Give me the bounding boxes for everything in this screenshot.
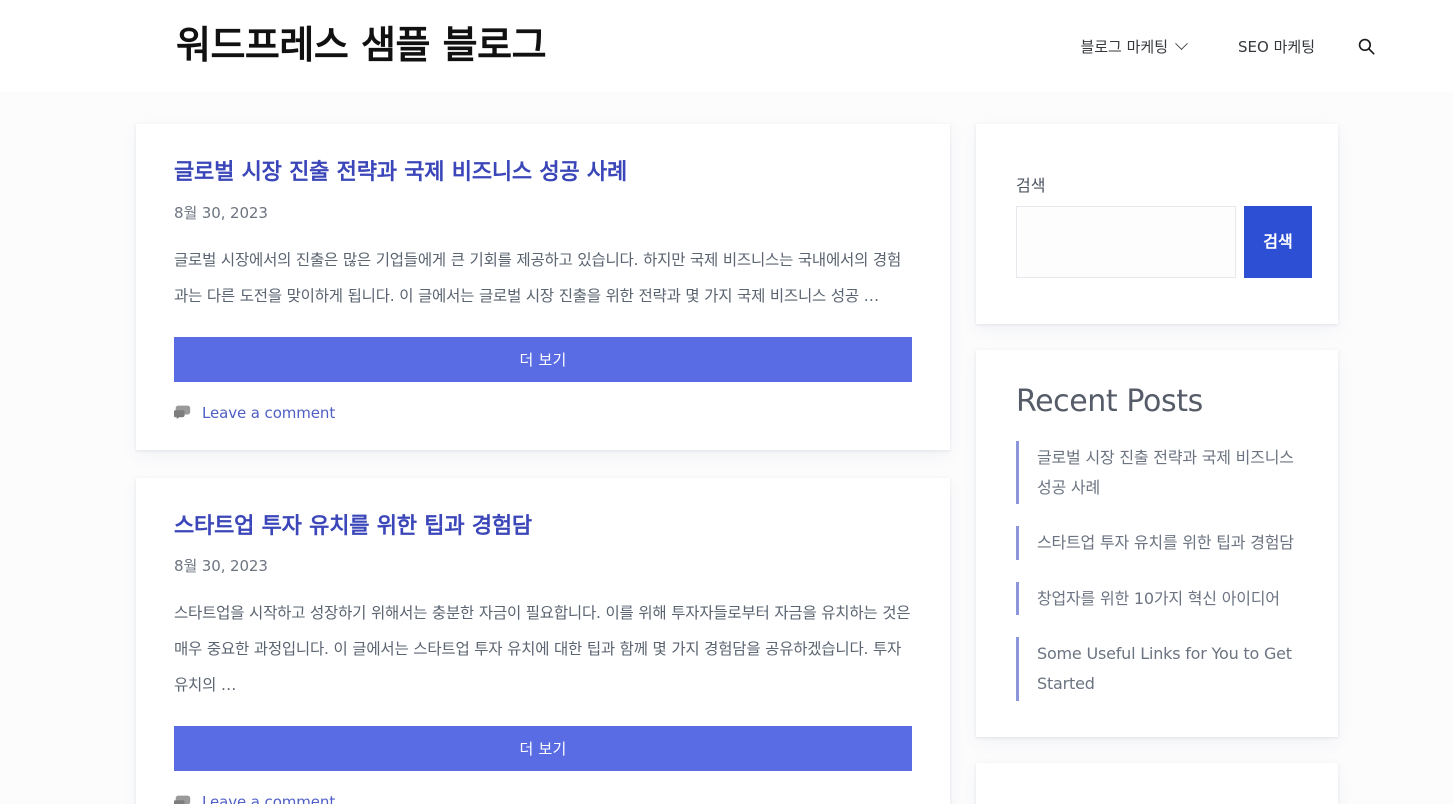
search-widget: 검색 검색: [976, 124, 1338, 324]
post-comment-row: Leave a comment: [174, 404, 912, 426]
recent-posts-widget: Recent Posts 글로벌 시장 진출 전략과 국제 비즈니스 성공 사례…: [976, 350, 1338, 737]
post-excerpt: 글로벌 시장에서의 진출은 많은 기업들에게 큰 기회를 제공하고 있습니다. …: [174, 250, 902, 305]
leave-a-comment-link[interactable]: Leave a comment: [202, 793, 335, 804]
leave-a-comment-link[interactable]: Leave a comment: [202, 404, 335, 422]
list-item[interactable]: 창업자를 위한 10가지 혁신 아이디어: [1016, 581, 1300, 616]
search-submit-button[interactable]: 검색: [1244, 206, 1312, 278]
header-search-toggle[interactable]: [1341, 27, 1392, 66]
post-date: 8월 30, 2023: [174, 203, 268, 222]
list-item[interactable]: 글로벌 시장 진출 전략과 국제 비즈니스 성공 사례: [1016, 441, 1300, 505]
search-form: 검색: [1016, 206, 1312, 278]
main-content: 글로벌 시장 진출 전략과 국제 비즈니스 성공 사례 8월 30, 2023 …: [136, 124, 950, 804]
primary-navigation: 블로그 마케팅 SEO 마케팅: [1054, 26, 1414, 67]
read-more-button[interactable]: 더 보기: [174, 726, 912, 772]
page-layout: 글로벌 시장 진출 전략과 국제 비즈니스 성공 사례 8월 30, 2023 …: [0, 92, 1454, 804]
search-label: 검색: [1016, 176, 1046, 195]
post-comment-row: Leave a comment: [174, 793, 912, 804]
comment-bubbles-icon: [174, 405, 192, 420]
comment-bubbles-icon: [174, 795, 192, 804]
recent-posts-list: 글로벌 시장 진출 전략과 국제 비즈니스 성공 사례 스타트업 투자 유치를 …: [1016, 441, 1300, 701]
widget-title: Recent Posts: [1016, 384, 1203, 419]
nav-item-blog-marketing[interactable]: 블로그 마케팅: [1054, 26, 1212, 67]
post-date: 8월 30, 2023: [174, 557, 268, 576]
site-title[interactable]: 워드프레스 샘플 블로그: [176, 24, 547, 67]
nav-item-seo-marketing[interactable]: SEO 마케팅: [1212, 26, 1341, 67]
list-item[interactable]: Some Useful Links for You to Get Started: [1016, 637, 1300, 701]
search-icon: [1358, 38, 1375, 55]
nav-item-label: SEO 마케팅: [1238, 37, 1315, 56]
sidebar-widget-partial: [976, 762, 1338, 804]
chevron-down-icon: [1175, 36, 1188, 50]
nav-item-label: 블로그 마케팅: [1080, 37, 1169, 56]
read-more-button[interactable]: 더 보기: [174, 336, 912, 382]
post-excerpt: 스타트업을 시작하고 성장하기 위해서는 충분한 자금이 필요합니다. 이를 위…: [174, 604, 911, 695]
post-card: 스타트업 투자 유치를 위한 팁과 경험담 8월 30, 2023 스타트업을 …: [136, 477, 950, 804]
post-title-link[interactable]: 스타트업 투자 유치를 위한 팁과 경험담: [174, 512, 912, 542]
list-item[interactable]: 스타트업 투자 유치를 위한 팁과 경험담: [1016, 526, 1300, 560]
site-header: 워드프레스 샘플 블로그 블로그 마케팅 SEO 마케팅: [0, 0, 1454, 92]
sidebar: 검색 검색 Recent Posts 글로벌 시장 진출 전략과 국제 비즈니스…: [976, 124, 1338, 804]
search-input[interactable]: [1016, 206, 1236, 278]
post-card: 글로벌 시장 진출 전략과 국제 비즈니스 성공 사례 8월 30, 2023 …: [136, 124, 950, 450]
post-title-link[interactable]: 글로벌 시장 진출 전략과 국제 비즈니스 성공 사례: [174, 158, 912, 188]
